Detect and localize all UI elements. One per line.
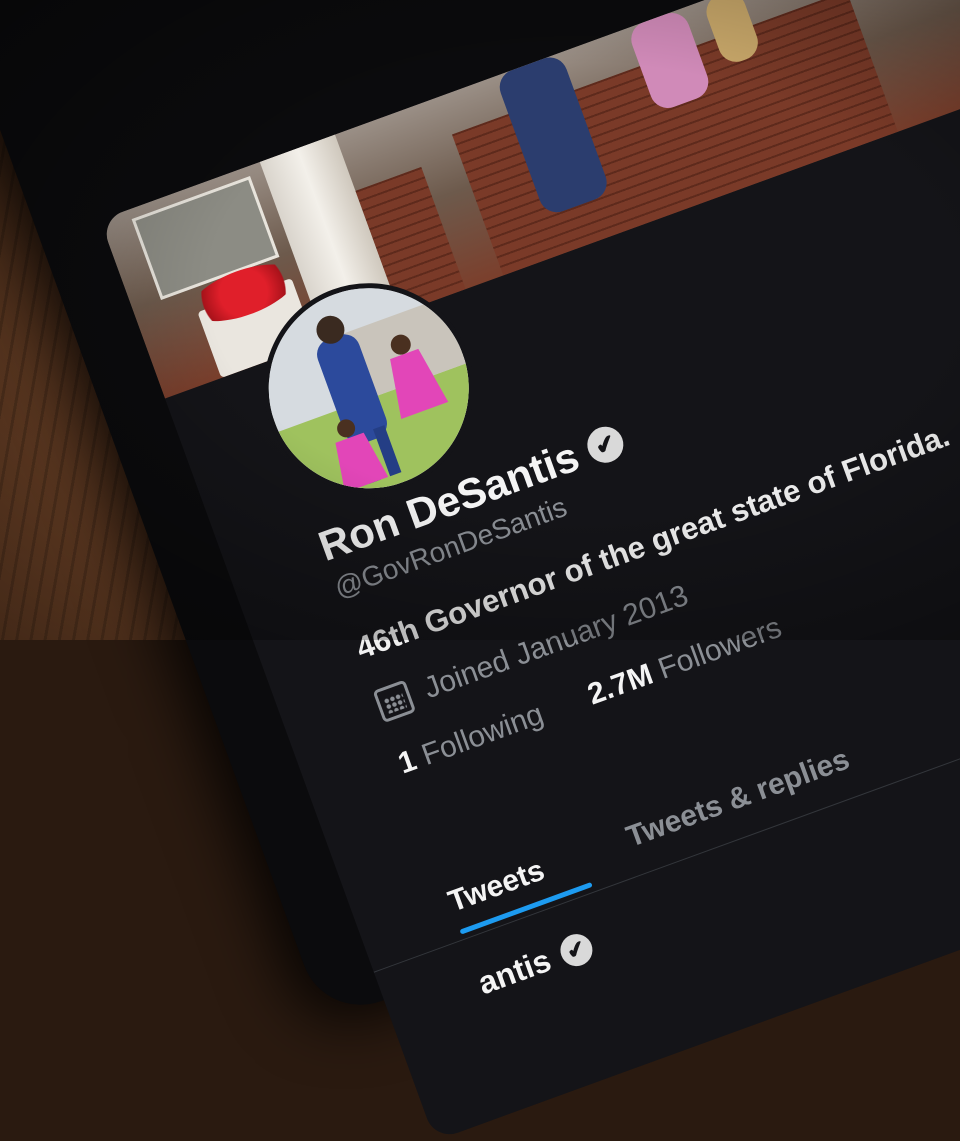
screen-wrapper: Ron DeSantis ✔ @GovRonDeSantis 46th Gove… xyxy=(40,0,960,1141)
followers-count: 2.7M xyxy=(583,657,658,712)
twitter-profile-screen: Ron DeSantis ✔ @GovRonDeSantis 46th Gove… xyxy=(100,0,960,1141)
followers-label: Followers xyxy=(653,610,786,686)
calendar-icon xyxy=(372,679,417,724)
verified-badge-icon[interactable]: ✔ xyxy=(582,421,629,468)
following-label: Following xyxy=(417,697,548,772)
tweet-author-name: antis xyxy=(473,941,556,1002)
tab-tweets[interactable]: Tweets xyxy=(444,854,549,920)
verified-badge-icon: ✔ xyxy=(555,929,597,971)
following-count: 1 xyxy=(393,743,421,781)
tweet-preview-header[interactable]: antis ✔ xyxy=(473,927,597,1002)
